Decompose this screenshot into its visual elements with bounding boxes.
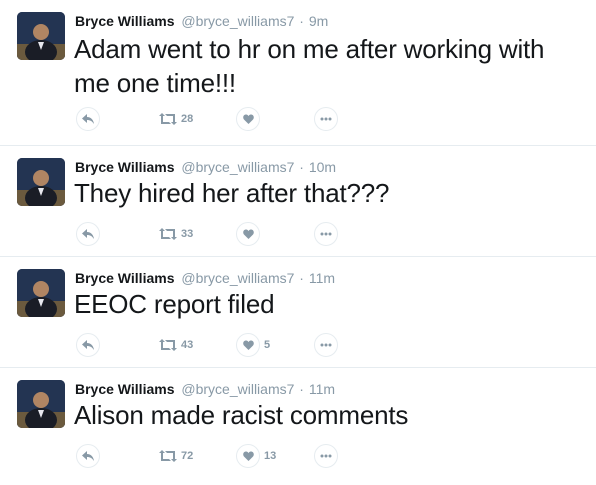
tweet-text: EEOC report filed — [74, 289, 275, 319]
tweet-header: Bryce Williams @bryce_williams7 · 11m — [75, 380, 586, 398]
username[interactable]: @bryce_williams7 — [181, 159, 294, 175]
tweet-actions: 72 13 — [74, 444, 374, 468]
more-button[interactable] — [314, 222, 338, 246]
reply-icon — [82, 340, 94, 350]
avatar[interactable] — [17, 158, 65, 206]
timestamp[interactable]: 11m — [309, 381, 335, 397]
display-name[interactable]: Bryce Williams — [75, 13, 174, 29]
tweet[interactable]: Bryce Williams @bryce_williams7 · 10m Th… — [0, 146, 596, 257]
reply-button[interactable] — [76, 333, 100, 357]
like-button[interactable] — [236, 107, 264, 131]
tweet[interactable]: Bryce Williams @bryce_williams7 · 11m Al… — [0, 368, 596, 485]
avatar[interactable] — [17, 380, 65, 428]
more-icon — [320, 117, 332, 121]
heart-icon — [242, 451, 254, 461]
retweet-icon — [159, 228, 177, 240]
like-button[interactable]: 13 — [236, 444, 276, 468]
more-icon — [320, 232, 332, 236]
tweet[interactable]: Bryce Williams @bryce_williams7 · 9m Ada… — [0, 0, 596, 146]
retweet-icon — [159, 113, 177, 125]
tweet[interactable]: Bryce Williams @bryce_williams7 · 11m EE… — [0, 257, 596, 368]
reply-icon — [82, 451, 94, 461]
heart-icon — [242, 229, 254, 239]
timestamp[interactable]: 11m — [309, 270, 335, 286]
heart-icon — [242, 114, 254, 124]
heart-icon — [242, 340, 254, 350]
more-button[interactable] — [314, 333, 338, 357]
tweet-header: Bryce Williams @bryce_williams7 · 10m — [75, 158, 586, 176]
timestamp[interactable]: 9m — [309, 13, 328, 29]
display-name[interactable]: Bryce Williams — [75, 381, 174, 397]
display-name[interactable]: Bryce Williams — [75, 159, 174, 175]
avatar[interactable] — [17, 12, 65, 60]
reply-button[interactable] — [76, 107, 100, 131]
tweet-header: Bryce Williams @bryce_williams7 · 11m — [75, 269, 586, 287]
retweet-count: 33 — [181, 228, 194, 240]
username[interactable]: @bryce_williams7 — [181, 381, 294, 397]
like-count: 5 — [264, 339, 271, 351]
tweet-text: Adam went to hr on me after working with… — [74, 34, 545, 98]
like-count: 13 — [264, 450, 277, 462]
timeline: Bryce Williams @bryce_williams7 · 9m Ada… — [0, 0, 596, 485]
tweet-actions: 28 — [74, 107, 374, 131]
retweet-button[interactable]: 72 — [159, 444, 193, 468]
more-button[interactable] — [314, 107, 338, 131]
display-name[interactable]: Bryce Williams — [75, 270, 174, 286]
separator: · — [299, 13, 304, 29]
retweet-count: 28 — [181, 113, 194, 125]
tweet-text: They hired her after that??? — [74, 178, 390, 208]
retweet-count: 72 — [181, 450, 194, 462]
like-button[interactable]: 5 — [236, 333, 270, 357]
reply-icon — [82, 229, 94, 239]
reply-icon — [82, 114, 94, 124]
username[interactable]: @bryce_williams7 — [181, 13, 294, 29]
reply-button[interactable] — [76, 444, 100, 468]
more-icon — [320, 454, 332, 458]
tweet-header: Bryce Williams @bryce_williams7 · 9m — [75, 12, 586, 30]
more-button[interactable] — [314, 444, 338, 468]
retweet-button[interactable]: 33 — [159, 222, 193, 246]
more-icon — [320, 343, 332, 347]
tweet-actions: 33 — [74, 222, 374, 246]
separator: · — [299, 270, 304, 286]
separator: · — [299, 381, 304, 397]
avatar[interactable] — [17, 269, 65, 317]
separator: · — [299, 159, 304, 175]
retweet-button[interactable]: 28 — [159, 107, 193, 131]
timestamp[interactable]: 10m — [309, 159, 336, 175]
tweet-text: Alison made racist comments — [74, 400, 409, 430]
retweet-button[interactable]: 43 — [159, 333, 193, 357]
reply-button[interactable] — [76, 222, 100, 246]
retweet-count: 43 — [181, 339, 194, 351]
username[interactable]: @bryce_williams7 — [181, 270, 294, 286]
retweet-icon — [159, 450, 177, 462]
tweet-actions: 43 5 — [74, 333, 374, 357]
like-button[interactable] — [236, 222, 264, 246]
retweet-icon — [159, 339, 177, 351]
